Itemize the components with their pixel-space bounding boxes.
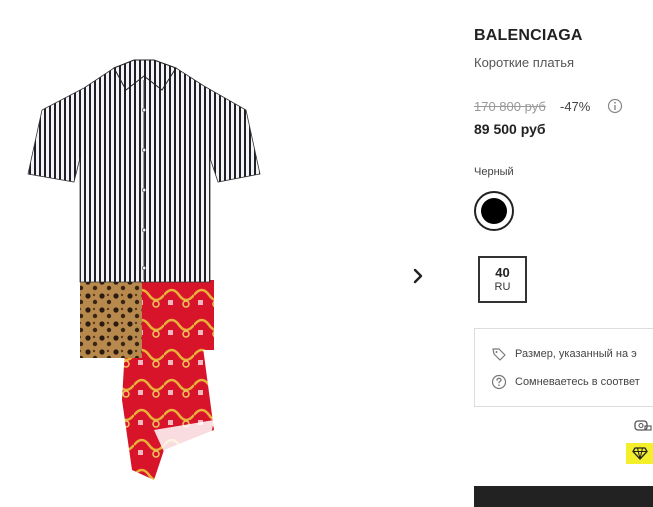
size-option[interactable]: 40 RU (478, 256, 527, 303)
product-info-panel: BALENCIAGA Короткие платья 170 800 руб -… (474, 0, 653, 507)
measuring-tape-icon[interactable] (634, 418, 652, 432)
product-gallery (0, 0, 440, 507)
size-notice-row[interactable]: Размер, указанный на э (491, 346, 637, 362)
color-label: Черный (474, 166, 514, 178)
info-circle-icon[interactable] (607, 98, 623, 114)
diamond-icon (631, 447, 648, 460)
next-image-button[interactable] (406, 262, 430, 290)
fit-question-row[interactable]: Сомневаетесь в соответ (491, 374, 640, 390)
product-category[interactable]: Короткие платья (474, 55, 574, 70)
size-notice-text: Размер, указанный на э (515, 348, 637, 360)
size-notice-box: Размер, указанный на э Сомневаетесь в со… (474, 328, 653, 407)
old-price: 170 800 руб (474, 99, 546, 114)
question-circle-icon (491, 374, 507, 390)
product-image (27, 59, 261, 480)
add-to-cart-button[interactable] (474, 486, 653, 507)
size-system: RU (494, 281, 511, 293)
color-swatch-black[interactable] (474, 191, 514, 231)
current-price: 89 500 руб (474, 121, 546, 137)
tag-icon (492, 348, 506, 361)
color-swatch-dot (481, 198, 507, 224)
chevron-right-icon (413, 268, 423, 284)
fit-question-text: Сомневаетесь в соответ (515, 376, 640, 388)
brand-name[interactable]: BALENCIAGA (474, 27, 583, 45)
discount-label: -47% (560, 99, 591, 114)
size-value: 40 (495, 265, 510, 280)
diamond-badge[interactable] (626, 443, 653, 464)
